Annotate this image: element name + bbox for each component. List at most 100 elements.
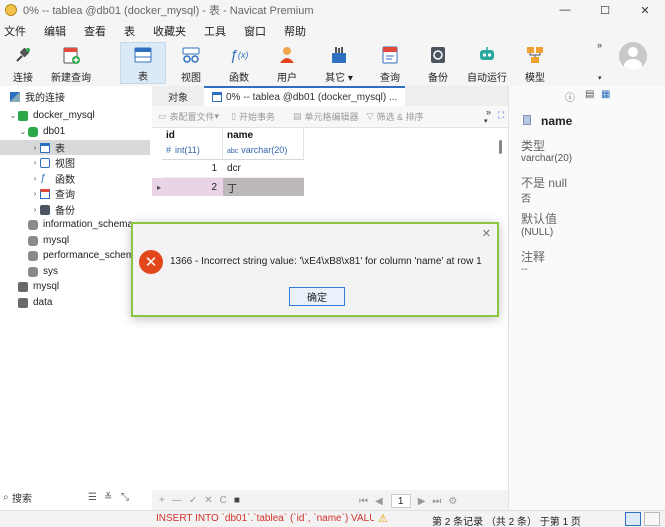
add-row-button[interactable]: +: [159, 495, 165, 506]
nav-queries[interactable]: › 查询: [0, 186, 152, 201]
toolbar-dropdown-icon[interactable]: ▾: [598, 74, 602, 82]
field-name-title: name: [541, 114, 573, 128]
menu-file[interactable]: 文件: [0, 23, 35, 39]
chevron-right-icon[interactable]: ›: [30, 174, 40, 183]
nav-backups[interactable]: › 备份: [0, 202, 152, 217]
toolbar-user-button[interactable]: 用户: [264, 42, 310, 84]
menu-window[interactable]: 窗口: [235, 23, 275, 39]
nav-docker-mysql[interactable]: ⌄ docker_mysql: [0, 108, 152, 123]
nav-functions[interactable]: › ƒ 函数: [0, 171, 152, 186]
refresh-button[interactable]: C: [220, 495, 227, 506]
warning-icon[interactable]: ⚠: [378, 512, 388, 525]
menu-help[interactable]: 帮助: [275, 23, 315, 39]
toolbar-model-button[interactable]: 模型: [512, 42, 558, 84]
toolbar-automation-button[interactable]: 自动运行: [463, 42, 511, 84]
subtoolbar-dropdown-icon[interactable]: ▾: [484, 117, 488, 125]
nav-sys[interactable]: sys: [0, 264, 152, 279]
model-icon: [523, 44, 547, 66]
toolbar-connect-button[interactable]: 连接: [0, 42, 46, 84]
menu-table[interactable]: 表: [115, 23, 144, 39]
cell-editor-button[interactable]: ▤ 单元格编辑器: [293, 110, 359, 123]
form-view-toggle[interactable]: [644, 512, 660, 526]
plug-icon: [11, 44, 35, 66]
expand-icon[interactable]: ⤡: [121, 492, 129, 503]
prev-page-button[interactable]: ◀: [375, 496, 383, 507]
stop-button[interactable]: ■: [234, 495, 240, 506]
ok-button[interactable]: 确定: [289, 287, 345, 306]
nav-search-bar[interactable]: ⌕ 搜索 ☰ ≚ ⤡: [0, 488, 152, 506]
grid-panel-icon[interactable]: ▦: [601, 89, 610, 100]
subtoolbar-more-button[interactable]: »: [486, 107, 491, 117]
minimize-button[interactable]: —: [545, 0, 585, 20]
collapse-icon[interactable]: ≚: [104, 492, 112, 503]
chevron-down-icon[interactable]: ⌄: [8, 111, 18, 120]
window-controls: — ☐ ✕: [545, 0, 665, 20]
toolbar-backup-button[interactable]: 备份: [415, 42, 461, 84]
toolbar-other-button[interactable]: 其它 ▾: [316, 42, 362, 84]
page-number-field[interactable]: 1: [390, 494, 411, 508]
nav-information-schema[interactable]: information_schema: [0, 217, 152, 232]
chevron-right-icon[interactable]: ›: [30, 158, 40, 167]
nav-mysql-connection[interactable]: mysql: [0, 279, 152, 294]
apply-changes-button[interactable]: ✓: [189, 495, 197, 506]
grid-scrollbar[interactable]: [499, 140, 502, 154]
nav-mysql-db[interactable]: mysql: [0, 233, 152, 248]
function-icon: ƒ: [40, 172, 46, 184]
next-page-button[interactable]: ▶: [418, 496, 426, 507]
connection-group-icon: [10, 91, 20, 102]
chevron-right-icon[interactable]: ›: [30, 143, 40, 152]
table-profile-button[interactable]: ▭ 表配置文件 ▾: [158, 110, 219, 123]
user-avatar[interactable]: [619, 42, 647, 70]
ddl-icon[interactable]: ▤: [585, 89, 594, 100]
cell-name[interactable]: dcr: [223, 160, 304, 178]
first-page-button[interactable]: ⏮: [359, 496, 368, 507]
grid-view-toggle[interactable]: [625, 512, 641, 526]
chevron-right-icon[interactable]: ›: [30, 189, 40, 198]
maximize-button[interactable]: ☐: [585, 0, 625, 20]
chevron-down-icon[interactable]: ⌄: [18, 127, 28, 136]
int-type-label: # int(11): [166, 145, 200, 155]
toolbar-new-query-button[interactable]: 新建查询: [47, 42, 95, 84]
filter-icon[interactable]: ☰: [88, 492, 97, 503]
nav-performance-schema[interactable]: performance_schema: [0, 248, 152, 263]
tab-tablea[interactable]: 0% -- tablea @db01 (docker_mysql) ...: [204, 86, 406, 106]
nav-tables[interactable]: › 表: [0, 140, 150, 155]
editor-tabs: 对象 0% -- tablea @db01 (docker_mysql) ...: [152, 86, 508, 106]
expand-view-icon[interactable]: ⛶: [498, 110, 504, 121]
cell-id[interactable]: 2: [162, 178, 223, 196]
nav-my-connections[interactable]: 我的连接: [0, 89, 152, 104]
toolbar-view-button[interactable]: 视图: [168, 42, 214, 84]
search-icon: ⌕: [3, 491, 9, 503]
column-header-id[interactable]: id # int(11): [162, 128, 223, 160]
toolbar-query-button[interactable]: 查询: [367, 42, 413, 84]
database-icon: [28, 126, 38, 137]
nav-data-connection[interactable]: data: [0, 295, 152, 310]
mysql-connection-icon: [18, 110, 28, 121]
tab-objects[interactable]: 对象: [152, 86, 204, 106]
dialog-close-icon[interactable]: ✕: [482, 227, 491, 240]
cell-id[interactable]: 1: [162, 160, 223, 178]
menu-view[interactable]: 查看: [75, 23, 115, 39]
settings-gear-icon[interactable]: ⚙: [448, 496, 457, 507]
toolbar-more-button[interactable]: »: [597, 40, 602, 50]
prop-comment-label: 注释: [521, 250, 546, 264]
close-button[interactable]: ✕: [625, 0, 665, 20]
discard-changes-button[interactable]: ✕: [204, 495, 212, 506]
filter-sort-button[interactable]: ▽ 筛选 & 排序: [367, 110, 424, 123]
delete-row-button[interactable]: —: [172, 495, 182, 506]
menu-edit[interactable]: 编辑: [35, 23, 75, 39]
cell-name-editing[interactable]: 丁: [223, 178, 304, 196]
nav-db01[interactable]: ⌄ db01: [0, 124, 152, 139]
toolbar-table-button[interactable]: 表: [120, 42, 166, 84]
menu-favorites[interactable]: 收藏夹: [144, 23, 195, 39]
begin-transaction-button[interactable]: ▯ 开始事务: [231, 110, 275, 123]
column-header-name[interactable]: name abc varchar(20): [223, 128, 304, 160]
toolbar-function-button[interactable]: ƒ (x) 函数: [216, 42, 262, 85]
nav-views[interactable]: › 视图: [0, 155, 152, 170]
last-page-button[interactable]: ⏭: [432, 496, 441, 507]
menu-tools[interactable]: 工具: [195, 23, 235, 39]
varchar-type-label: abc varchar(20): [227, 145, 288, 155]
info-icon[interactable]: ⓘ: [565, 89, 575, 104]
new-query-icon: [59, 44, 83, 66]
chevron-right-icon[interactable]: ›: [30, 205, 40, 214]
